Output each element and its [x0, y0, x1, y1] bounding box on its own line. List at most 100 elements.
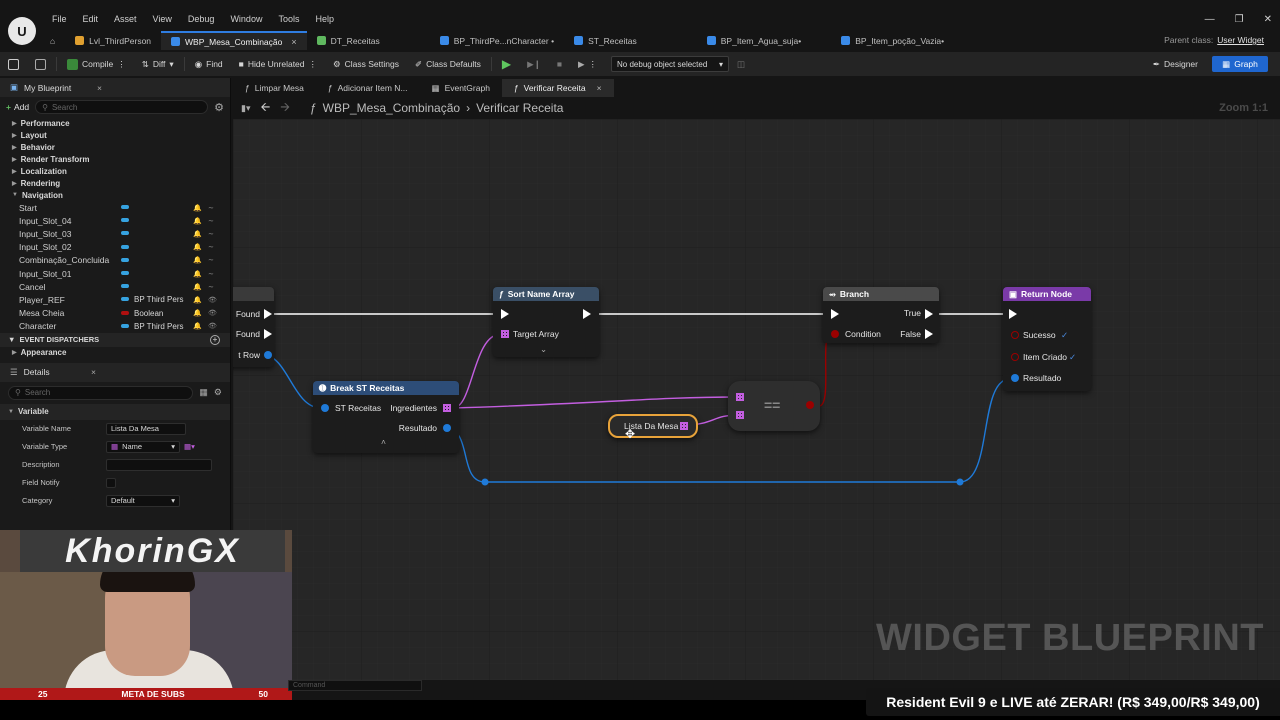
menu-tools[interactable]: Tools — [270, 14, 307, 24]
doc-tab-character[interactable]: BP_ThirdPe...nCharacter • — [430, 31, 564, 50]
visibility-icon[interactable]: ∼ — [208, 270, 214, 278]
table-view-icon[interactable]: ▦ — [199, 387, 208, 398]
visibility-icon[interactable]: ∼ — [208, 204, 214, 212]
variable-item[interactable]: Character BP Third Pers 🔔 👁 — [0, 320, 230, 333]
category-select[interactable]: Default ▾ — [106, 494, 180, 507]
category-behavior[interactable]: ▶ Behavior — [0, 141, 230, 153]
replication-icon[interactable]: 🔔 — [193, 322, 202, 330]
unreal-logo-icon[interactable]: U — [8, 17, 36, 45]
more-options-icon[interactable]: ⋮ — [589, 59, 598, 70]
bool-pin-in[interactable] — [1011, 331, 1019, 339]
array-pin-in[interactable] — [501, 330, 509, 338]
class-defaults-button[interactable]: ✐ Class Defaults — [407, 52, 489, 76]
stop-button[interactable]: ■ — [549, 52, 570, 76]
replication-icon[interactable]: 🔔 — [193, 204, 202, 212]
branch-node[interactable]: ⥇ Branch True Condition False — [823, 287, 939, 343]
break-st-receitas-node[interactable]: ➊ Break ST Receitas ST Receitas Ingredie… — [313, 381, 459, 453]
visibility-icon[interactable]: ∼ — [208, 283, 214, 291]
graph-mode-button[interactable]: ▦ Graph — [1212, 56, 1268, 72]
visibility-icon[interactable]: 👁 — [208, 296, 217, 304]
category-navigation[interactable]: ▼ Navigation — [0, 189, 230, 201]
array-pin-out[interactable] — [680, 422, 688, 430]
graph-canvas[interactable]: Found Found t Row ƒ Sort Name Array Targ… — [233, 119, 1280, 680]
variable-section[interactable]: ▼ Variable — [0, 403, 230, 420]
container-type-select[interactable]: ▦▾ — [184, 442, 195, 451]
gear-icon[interactable]: ⚙ — [214, 101, 224, 114]
more-options-icon[interactable]: ⋮ — [117, 59, 126, 70]
close-window-icon[interactable]: ✕ — [1264, 14, 1272, 25]
add-button[interactable]: + Add — [6, 102, 29, 112]
replication-icon[interactable]: 🔔 — [193, 270, 202, 278]
simulate-button[interactable]: ▶ ⋮ — [570, 52, 605, 76]
parent-class-link[interactable]: User Widget — [1217, 35, 1264, 45]
play-button[interactable]: ▶ — [494, 52, 519, 76]
minimize-icon[interactable]: — — [1205, 14, 1215, 25]
reroute-knot[interactable] — [481, 478, 489, 486]
category-appearance[interactable]: ▶ Appearance — [0, 347, 230, 359]
graph-tab-adicionar-item[interactable]: ƒ Adicionar Item N... — [316, 79, 420, 97]
hide-unrelated-button[interactable]: ■ Hide Unrelated ⋮ — [231, 52, 325, 76]
variable-item[interactable]: Player_REF BP Third Pers 🔔 👁 — [0, 293, 230, 306]
bool-pin-out[interactable] — [806, 401, 814, 409]
struct-pin-out[interactable] — [264, 351, 272, 359]
replication-icon[interactable]: 🔔 — [193, 217, 202, 225]
doc-tab-struct[interactable]: ST_Receitas — [564, 31, 647, 50]
visibility-icon[interactable]: 👁 — [208, 309, 217, 317]
category-localization[interactable]: ▶ Localization — [0, 165, 230, 177]
event-dispatchers-section[interactable]: ▼ EVENT DISPATCHERS + — [0, 332, 230, 347]
struct-pin-in[interactable] — [1011, 374, 1019, 382]
checkbox-icon[interactable]: ✓ — [1061, 330, 1068, 341]
sort-name-array-node[interactable]: ƒ Sort Name Array Target Array ⌄ — [493, 287, 599, 357]
close-tab-icon[interactable]: × — [291, 37, 296, 47]
expand-chevron-icon[interactable]: ⌄ — [540, 344, 547, 355]
visibility-icon[interactable]: ∼ — [208, 243, 214, 251]
save-button[interactable] — [0, 52, 27, 76]
variable-item[interactable]: Input_Slot_01 🔔 ∼ — [0, 267, 230, 280]
return-node[interactable]: ▣ Return Node Sucesso ✓ Item Criado ✓ Re… — [1003, 287, 1091, 391]
array-pin-out[interactable] — [443, 404, 451, 412]
doc-tab-widget-blueprint[interactable]: WBP_Mesa_Combinação × — [161, 31, 307, 50]
replication-icon[interactable]: 🔔 — [193, 309, 202, 317]
category-render-transform[interactable]: ▶ Render Transform — [0, 153, 230, 165]
struct-pin-out[interactable] — [443, 424, 451, 432]
debug-filter-button[interactable]: ◫ — [729, 52, 753, 76]
close-panel-icon[interactable]: × — [91, 367, 96, 377]
visibility-icon[interactable]: ∼ — [208, 230, 214, 238]
variable-item[interactable]: Cancel 🔔 ∼ — [0, 280, 230, 293]
variable-item[interactable]: Combinação_Concluida 🔔 ∼ — [0, 254, 230, 267]
menu-window[interactable]: Window — [222, 14, 270, 24]
exec-pin-out[interactable] — [925, 309, 933, 319]
collapse-chevron-icon[interactable]: ˄ — [381, 437, 386, 447]
struct-pin-in[interactable] — [321, 404, 329, 412]
back-arrow-icon[interactable]: 🡨 — [260, 98, 270, 119]
replication-icon[interactable]: 🔔 — [193, 296, 202, 304]
debug-object-select[interactable]: No debug object selected ▾ — [611, 56, 730, 72]
bool-pin-in[interactable] — [1011, 353, 1019, 361]
forward-arrow-icon[interactable]: 🡪 — [280, 98, 290, 119]
category-layout[interactable]: ▶ Layout — [0, 129, 230, 141]
graph-tab-verificar-receita[interactable]: ƒ Verificar Receita × — [501, 79, 614, 97]
exec-pin-in[interactable] — [501, 309, 509, 319]
description-field[interactable] — [106, 458, 212, 471]
replication-icon[interactable]: 🔔 — [193, 230, 202, 238]
bookmark-icon[interactable]: ▮▾ — [241, 103, 250, 114]
field-notify-checkbox[interactable] — [106, 477, 116, 488]
replication-icon[interactable]: 🔔 — [193, 243, 202, 251]
menu-edit[interactable]: Edit — [75, 14, 107, 24]
menu-view[interactable]: View — [145, 14, 180, 24]
array-pin-in[interactable] — [736, 393, 744, 401]
browse-button[interactable] — [27, 52, 54, 76]
array-pin-in[interactable] — [736, 411, 744, 419]
variable-type-select[interactable]: ▦ Name ▾ — [106, 440, 180, 453]
doc-tab-data-table[interactable]: DT_Receitas — [307, 31, 390, 50]
replication-icon[interactable]: 🔔 — [193, 256, 202, 264]
doc-tab-level[interactable]: Lvl_ThirdPerson — [65, 31, 161, 50]
reroute-knot[interactable] — [956, 478, 964, 486]
exec-pin-out[interactable] — [264, 309, 272, 319]
graph-tab-event-graph[interactable]: ▦ EventGraph — [420, 79, 502, 97]
visibility-icon[interactable]: 👁 — [208, 322, 217, 330]
doc-tab-item-agua[interactable]: BP_Item_Agua_suja• — [697, 31, 811, 50]
exec-pin-out[interactable] — [583, 309, 591, 319]
compile-button[interactable]: Compile ⋮ — [59, 52, 134, 76]
exec-pin-in[interactable] — [831, 309, 839, 319]
